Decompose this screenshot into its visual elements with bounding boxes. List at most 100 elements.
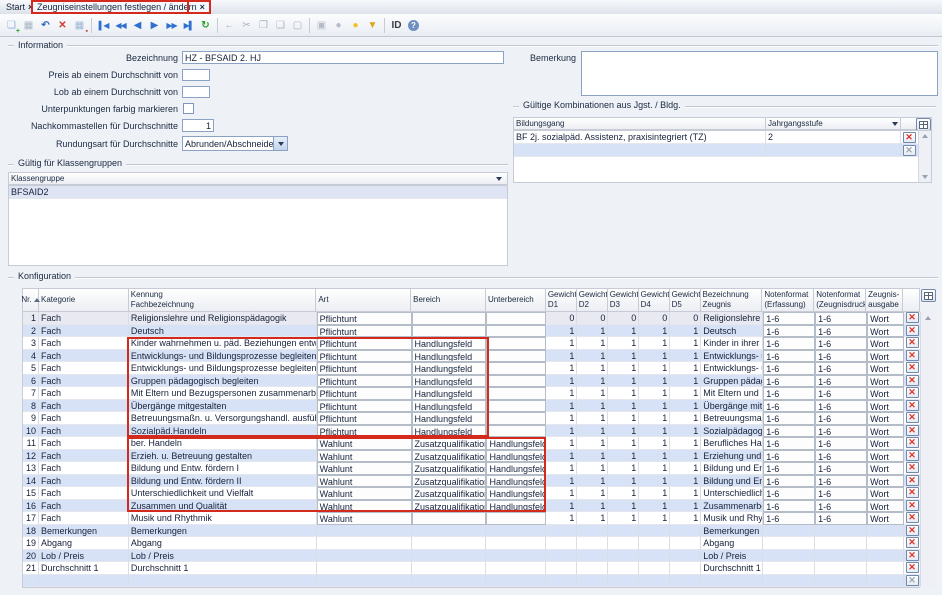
cell-nf1[interactable]: 1-6 — [763, 400, 815, 413]
table-row[interactable]: BF 2j. sozialpäd. Assistenz, praxisinteg… — [514, 131, 931, 144]
cell-ausgabe[interactable]: Wort — [867, 362, 904, 375]
cell-bereich[interactable] — [412, 312, 487, 325]
rundungsart-dropdown-button[interactable] — [273, 137, 287, 150]
table-row[interactable]: 4FachEntwicklungs- und Bildungsprozesse … — [23, 350, 920, 363]
cell-bereich[interactable]: Handlungsfeld — [412, 412, 487, 425]
table-row[interactable]: 3FachKinder wahrnehmen u. päd. Beziehung… — [23, 337, 920, 350]
cell-ausgabe[interactable]: Wort — [867, 312, 904, 325]
cell-nf2[interactable]: 1-6 — [815, 487, 867, 500]
delete-row-button[interactable]: ✕ — [906, 525, 919, 536]
fast-prev-icon[interactable]: ◀◀ — [112, 17, 129, 34]
col-header-bez[interactable]: BezeichnungZeugnis — [701, 289, 763, 311]
table-row[interactable]: ✕ — [514, 144, 931, 157]
cell-art[interactable]: Pflichtunt — [317, 387, 412, 400]
col-header-bereich[interactable]: Bereich — [411, 289, 486, 311]
tab-close-icon[interactable]: × — [200, 2, 205, 12]
table-row[interactable]: 17FachMusik und RhythmikWahlunt11111Musi… — [23, 512, 920, 525]
col-header-d1[interactable]: GewichtD1 — [546, 289, 577, 311]
table-row[interactable]: 2FachDeutschPflichtunt11111Deutsch1-61-6… — [23, 325, 920, 338]
cell-nf1[interactable]: 1-6 — [763, 350, 815, 363]
cell-ausgabe[interactable]: Wort — [867, 462, 904, 475]
table-row[interactable]: 5FachEntwicklungs- und Bildungsprozesse … — [23, 362, 920, 375]
cell-bereich[interactable] — [412, 325, 487, 338]
cell-unterbereich[interactable] — [486, 512, 546, 525]
cell-art[interactable]: Pflichtunt — [317, 337, 412, 350]
kombinationen-scrollbar[interactable] — [918, 131, 931, 182]
table-row[interactable]: 10FachSozialpäd.HandelnPflichtuntHandlun… — [23, 425, 920, 438]
cell-nf2[interactable]: 1-6 — [815, 350, 867, 363]
col-header-art[interactable]: Art — [316, 289, 411, 311]
cell-nf1[interactable]: 1-6 — [763, 425, 815, 438]
select-icon[interactable]: ▢ — [289, 17, 306, 34]
cell-bereich[interactable]: Handlungsfeld — [412, 337, 487, 350]
cell-nf1[interactable]: 1-6 — [763, 412, 815, 425]
cell-nf1[interactable]: 1-6 — [763, 387, 815, 400]
cell-nf1[interactable]: 1-6 — [763, 475, 815, 488]
cell-art[interactable]: Wahlunt — [317, 437, 412, 450]
cell-bereich[interactable]: Handlungsfeld — [412, 387, 487, 400]
unterpunktungen-checkbox[interactable] — [183, 103, 194, 114]
delete-row-button[interactable]: ✕ — [906, 537, 919, 548]
cell-nf2[interactable]: 1-6 — [815, 437, 867, 450]
nachkommastellen-input[interactable] — [182, 119, 214, 132]
cell-unterbereich[interactable]: Handlungsfeld — [486, 437, 546, 450]
cell-nf2[interactable]: 1-6 — [815, 337, 867, 350]
delete-row-button[interactable]: ✕ — [906, 337, 919, 348]
delete-row-button[interactable]: ✕ — [906, 437, 919, 448]
scroll-up-icon[interactable] — [922, 134, 928, 138]
delete-row-button[interactable]: ✕ — [906, 362, 919, 373]
bezeichnung-input[interactable] — [182, 51, 504, 64]
cell-unterbereich[interactable] — [486, 412, 546, 425]
cell-unterbereich[interactable]: Handlungsfeld — [486, 450, 546, 463]
col-header-nr[interactable]: Nr. — [23, 289, 39, 311]
cell-nf1[interactable]: 1-6 — [763, 337, 815, 350]
table-row[interactable]: 6FachGruppen pädagogisch begleitenPflich… — [23, 375, 920, 388]
delete-row-button[interactable]: ✕ — [906, 400, 919, 411]
cell-bereich[interactable]: Zusatzqualifikation — [412, 462, 487, 475]
cell-bereich[interactable]: Handlungsfeld — [412, 362, 487, 375]
cell-nf2[interactable]: 1-6 — [815, 387, 867, 400]
cell-nf2[interactable]: 1-6 — [815, 512, 867, 525]
cell-bereich[interactable]: Handlungsfeld — [412, 400, 487, 413]
new-record-icon[interactable]: ❑+ — [3, 17, 20, 34]
cell-ausgabe[interactable]: Wort — [867, 500, 904, 513]
cell-ausgabe[interactable]: Wort — [867, 437, 904, 450]
table-row[interactable]: 14FachBildung und Entw. fördern IIWahlun… — [23, 475, 920, 488]
cell-ausgabe[interactable]: Wort — [867, 450, 904, 463]
cell-nf1[interactable]: 1-6 — [763, 512, 815, 525]
table-row[interactable]: 21Durchschnitt 1Durchschnitt 1Durchschni… — [23, 562, 920, 575]
col-header-kategorie[interactable]: Kategorie — [39, 289, 129, 311]
cell-ausgabe[interactable]: Wort — [867, 400, 904, 413]
col-header-d3[interactable]: GewichtD3 — [608, 289, 639, 311]
col-header-ausgabe[interactable]: Zeugnis-ausgabe — [866, 289, 903, 311]
table-row[interactable]: 1FachReligionslehre und Religionspädagog… — [23, 312, 920, 325]
delete-row-button[interactable]: ✕ — [906, 375, 919, 386]
copy-icon[interactable]: ❐ — [255, 17, 272, 34]
col-header-unterbereich[interactable]: Unterbereich — [486, 289, 546, 311]
klassengruppe-header[interactable]: Klassengruppe — [8, 172, 508, 185]
cell-nf2[interactable]: 1-6 — [815, 412, 867, 425]
cell-unterbereich[interactable] — [486, 337, 546, 350]
col-header-d4[interactable]: GewichtD4 — [639, 289, 670, 311]
cell-nf2[interactable]: 1-6 — [815, 362, 867, 375]
cell-ausgabe[interactable]: Wort — [867, 475, 904, 488]
cell-ausgabe[interactable]: Wort — [867, 512, 904, 525]
cell-nf2[interactable]: 1-6 — [815, 312, 867, 325]
table-row[interactable]: 11Fachber. HandelnWahluntZusatzqualifika… — [23, 437, 920, 450]
cell-art[interactable]: Pflichtunt — [317, 412, 412, 425]
cell-bereich[interactable]: Zusatzqualifikation — [412, 500, 487, 513]
cell-nf1[interactable]: 1-6 — [763, 500, 815, 513]
table-row[interactable]: 18BemerkungenBemerkungenBemerkungen✕ — [23, 525, 920, 538]
cell-art[interactable]: Pflichtunt — [317, 400, 412, 413]
cell-art[interactable]: Pflichtunt — [317, 425, 412, 438]
cell-art[interactable]: Wahlunt — [317, 512, 412, 525]
cell-art[interactable]: Wahlunt — [317, 500, 412, 513]
delete-icon[interactable]: ✕ — [54, 17, 71, 34]
col-header-nf1[interactable]: Notenformat(Erfassung) — [762, 289, 814, 311]
col-header-nf2[interactable]: Notenformat(Zeugnisdruck) — [814, 289, 866, 311]
cell-art[interactable]: Wahlunt — [317, 487, 412, 500]
oval-icon[interactable]: ● — [330, 17, 347, 34]
delete-row-button[interactable]: ✕ — [906, 550, 919, 561]
cell-bereich[interactable]: Zusatzqualifikation — [412, 487, 487, 500]
cell-bereich[interactable]: Zusatzqualifikation — [412, 437, 487, 450]
